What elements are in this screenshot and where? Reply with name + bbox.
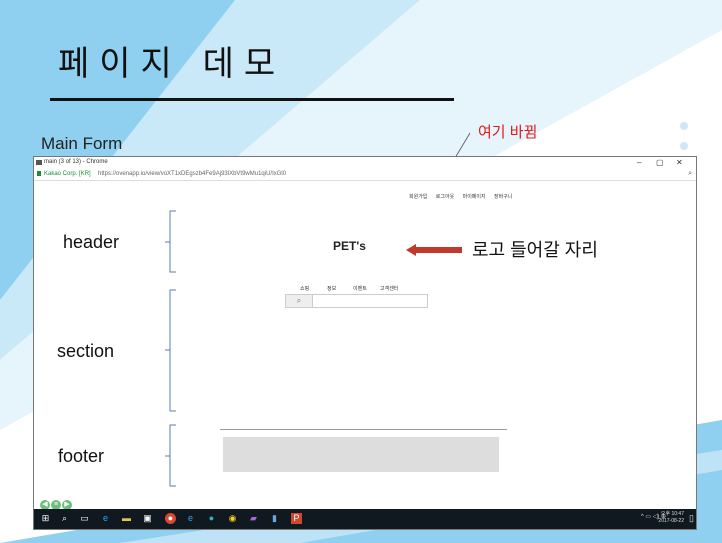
section-label: section <box>57 341 115 361</box>
logo-placeholder-note: 로고 들어갈 자리 <box>472 240 598 260</box>
header-label: header <box>63 232 120 252</box>
footer-label: footer <box>58 446 105 466</box>
arrow-left-icon <box>406 244 462 256</box>
section-brackets <box>165 210 176 487</box>
